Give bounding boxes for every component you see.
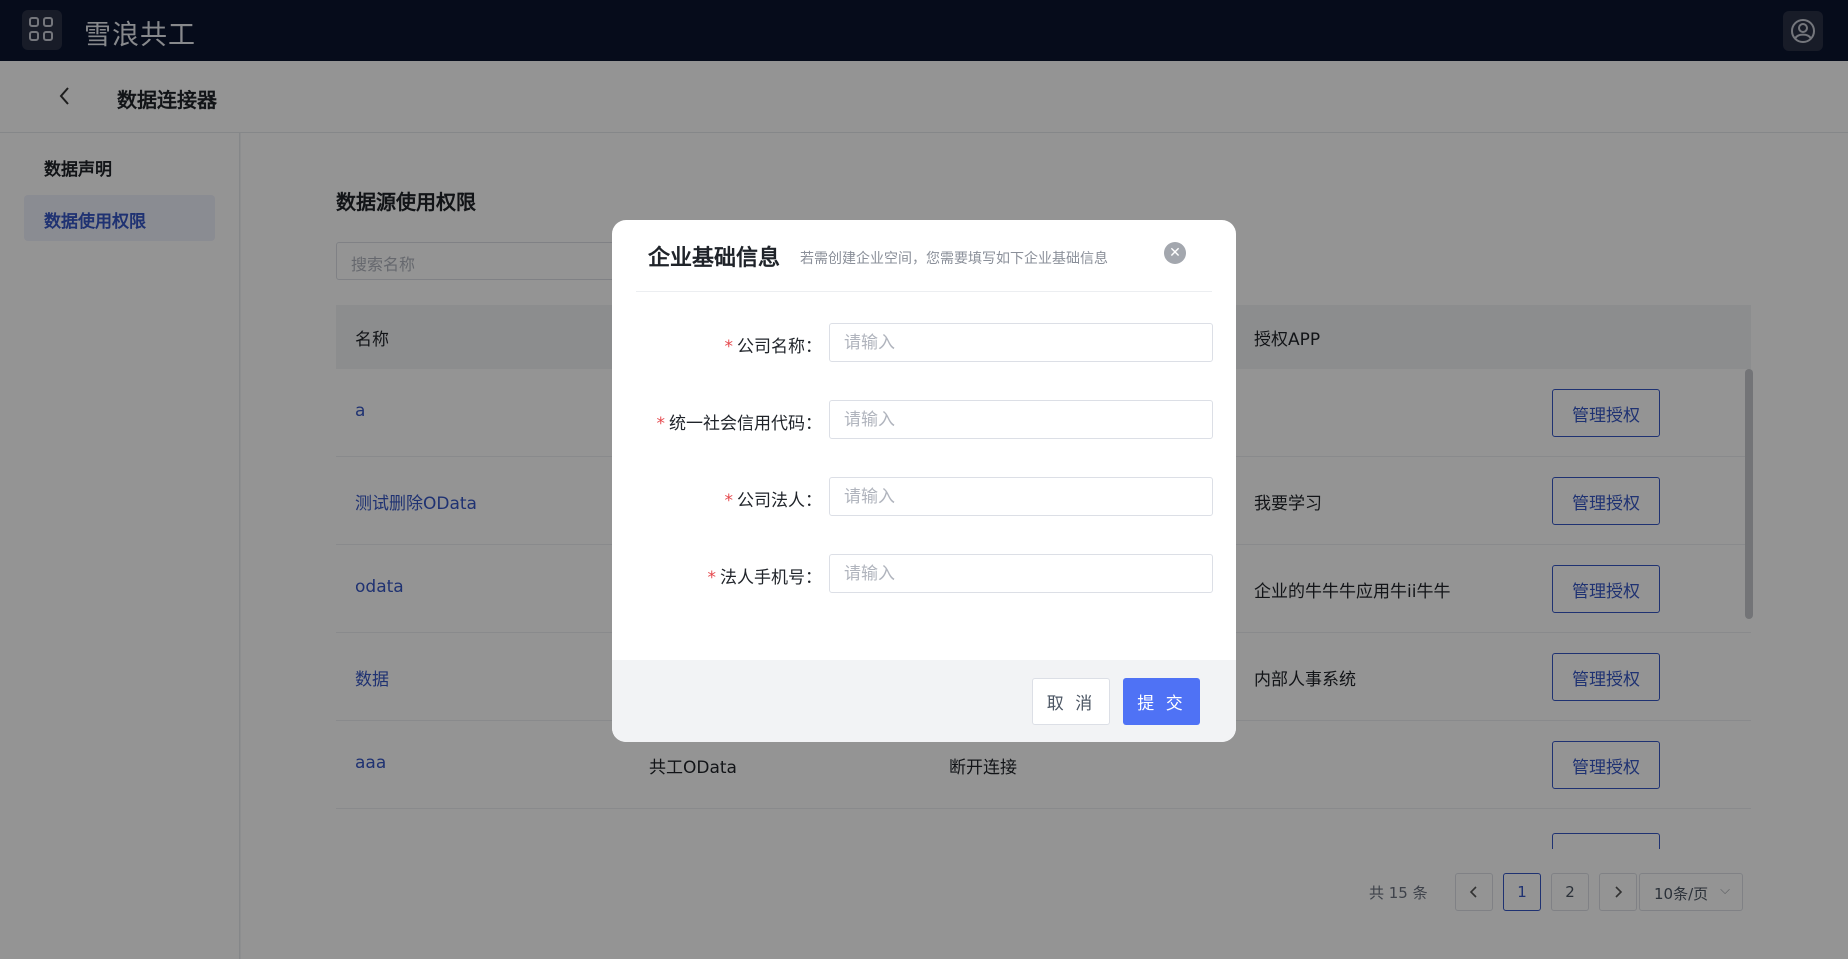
company-info-modal: 企业基础信息 若需创建企业空间，您需要填写如下企业基础信息 ✕ *公司名称： *… [612,220,1236,742]
credit-code-input[interactable] [829,400,1213,439]
required-mark: * [724,491,734,511]
modal-subtitle: 若需创建企业空间，您需要填写如下企业基础信息 [800,251,1108,267]
credit-code-label: * 统一社会信用代码： [656,414,823,434]
modal-title: 企业基础信息 [648,246,781,271]
legal-phone-input[interactable] [829,554,1213,593]
close-icon[interactable]: ✕ [1164,242,1186,264]
required-mark: * [656,414,666,434]
company-name-label: * 公司名称： [724,337,823,357]
modal-footer: 取 消 提 交 [612,660,1236,742]
required-mark: * [724,337,734,357]
required-mark: * [707,568,717,588]
modal-divider [636,291,1212,292]
legal-person-input[interactable] [829,477,1213,516]
company-name-input[interactable] [829,323,1213,362]
cancel-button[interactable]: 取 消 [1032,678,1110,725]
submit-button[interactable]: 提 交 [1123,678,1200,725]
legal-person-label: * 公司法人： [724,491,823,511]
legal-phone-label: * 法人手机号： [707,568,823,588]
